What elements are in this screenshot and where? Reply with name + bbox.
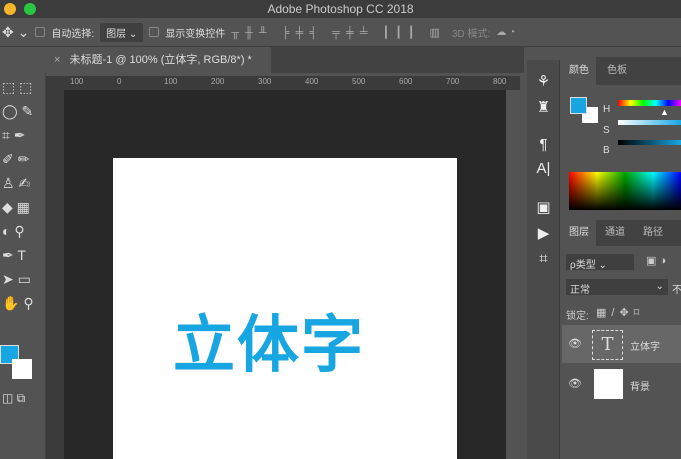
- layer-name: 立体字: [630, 342, 660, 353]
- crop-tool-icon[interactable]: ⌗ ✒: [2, 127, 26, 144]
- layer-thumbnail: [594, 369, 623, 399]
- ruler-tick: 0: [117, 77, 122, 86]
- document-tab[interactable]: × 未标题-1 @ 100% (立体字, RGB/8*) *: [46, 47, 271, 73]
- ruler-tick: 100: [70, 77, 84, 86]
- auto-select-checkbox[interactable]: [35, 27, 46, 37]
- character-icon[interactable]: A|: [527, 160, 560, 177]
- ruler-tick: 700: [446, 77, 460, 86]
- lasso-tool-icon[interactable]: ◯ ✎: [2, 103, 33, 120]
- title-bar: Adobe Photoshop CC 2018: [0, 0, 681, 18]
- brightness-label: B: [603, 145, 610, 156]
- tab-color[interactable]: 颜色: [562, 57, 596, 85]
- layer-row-text[interactable]: 👁 T 立体字: [562, 325, 681, 363]
- brightness-slider[interactable]: [618, 140, 681, 145]
- saturation-slider[interactable]: [618, 120, 681, 125]
- zoom-button[interactable]: [24, 3, 36, 15]
- minimize-button[interactable]: [4, 3, 16, 15]
- brush-tool-icon[interactable]: ✐ ✏: [2, 151, 29, 168]
- visibility-eye-icon[interactable]: 👁: [568, 377, 582, 390]
- layer-select-dropdown[interactable]: 图层 ⌄: [100, 22, 144, 42]
- type-tool-icon[interactable]: ✒ T: [2, 247, 26, 264]
- ruler-tick: 100: [164, 77, 178, 86]
- blur-tool-icon[interactable]: ◐ ⚲: [2, 223, 25, 240]
- quick-mask-icon[interactable]: ◫ ⧉: [2, 391, 25, 406]
- 3d-icon[interactable]: ▣: [527, 198, 560, 216]
- crop-panel-icon[interactable]: ⌗: [527, 250, 560, 267]
- align-icons[interactable]: ╥╫╨ ╞╪╡ ╤╪╧ ┃┃┃ ▥: [231, 26, 446, 39]
- character-style-icon[interactable]: ♜: [527, 98, 560, 116]
- hue-slider[interactable]: [618, 100, 681, 106]
- hue-label: H: [603, 104, 611, 115]
- 3d-mode-label: 3D 模式:: [451, 28, 491, 40]
- document-tab-title: 未标题-1 @ 100% (立体字, RGB/8*) *: [69, 54, 252, 66]
- lock-icons[interactable]: ▦/✥⌑: [596, 306, 644, 319]
- hue-slider-thumb[interactable]: ▲: [660, 107, 669, 117]
- right-panels: 颜色 色板 H S B ▲ 图层 通道 路径 ρ类型 ⌄ ▣ ◑ 正常 ⌄ 不 锁…: [562, 57, 681, 459]
- color-spectrum[interactable]: [569, 172, 681, 210]
- horizontal-ruler: 100 0 100 200 300 400 500 600 700 800: [64, 76, 520, 90]
- actions-play-icon[interactable]: ▶: [527, 224, 560, 242]
- show-transform-checkbox[interactable]: [149, 27, 160, 37]
- close-tab-icon[interactable]: ×: [54, 54, 60, 66]
- ruler-tick: 500: [352, 77, 366, 86]
- move-tool-icon[interactable]: ✥ ⌄: [2, 24, 29, 41]
- options-bar: ✥ ⌄ 自动选择: 图层 ⌄ 显示变换控件 ╥╫╨ ╞╪╡ ╤╪╧ ┃┃┃ ▥ …: [0, 18, 681, 47]
- path-tool-icon[interactable]: ➤ ▭: [2, 271, 31, 288]
- document-tab-bar: × 未标题-1 @ 100% (立体字, RGB/8*) *: [46, 47, 524, 73]
- saturation-label: S: [603, 125, 610, 136]
- ruler-tick: 300: [258, 77, 272, 86]
- tab-swatches[interactable]: 色板: [600, 57, 634, 85]
- layer-row-background[interactable]: 👁 背景: [562, 364, 681, 404]
- opacity-label: 不: [672, 285, 681, 296]
- tab-channels[interactable]: 通道: [598, 219, 632, 247]
- blend-mode-dropdown[interactable]: 正常 ⌄: [566, 279, 668, 296]
- marquee-tool-icon[interactable]: ⬚ ⬚: [2, 79, 32, 96]
- canvas-text-layer[interactable]: 立体字: [173, 294, 365, 384]
- background-color-swatch[interactable]: [12, 359, 32, 379]
- foreground-color-chip[interactable]: [570, 97, 587, 114]
- paragraph-icon[interactable]: ¶: [527, 136, 560, 153]
- plugin-icon[interactable]: ⚘: [527, 72, 560, 90]
- filter-type-icons[interactable]: ▣ ◑: [646, 254, 666, 267]
- ruler-tick: 200: [211, 77, 225, 86]
- stamp-tool-icon[interactable]: ♙ ✍: [2, 175, 30, 192]
- tab-layers[interactable]: 图层: [562, 219, 596, 247]
- visibility-eye-icon[interactable]: 👁: [568, 337, 582, 350]
- text-layer-thumbnail-icon: T: [592, 330, 623, 360]
- show-transform-label: 显示变换控件: [165, 28, 226, 40]
- ruler-tick: 400: [305, 77, 319, 86]
- eraser-tool-icon[interactable]: ◆ ▦: [2, 199, 30, 216]
- 3d-orbit-icon[interactable]: ☁ ◔: [496, 27, 515, 38]
- panel-icon-strip: ⚘ ♜ ¶ A| ▣ ▶ ⌗: [527, 60, 560, 459]
- auto-select-label: 自动选择:: [51, 28, 95, 40]
- tools-panel: ⬚ ⬚ ◯ ✎ ⌗ ✒ ✐ ✏ ♙ ✍ ◆ ▦ ◐ ⚲ ✒ T ➤ ▭ ✋ ⚲ …: [0, 73, 46, 459]
- window-title: Adobe Photoshop CC 2018: [267, 2, 414, 16]
- vertical-ruler: [46, 76, 64, 459]
- lock-label: 锁定:: [566, 311, 589, 322]
- ruler-tick: 600: [399, 77, 413, 86]
- layer-filter-dropdown[interactable]: ρ类型 ⌄: [566, 254, 634, 271]
- layer-name: 背景: [630, 382, 650, 393]
- zoom-tool-icon[interactable]: ✋ ⚲: [2, 295, 34, 312]
- tab-paths[interactable]: 路径: [636, 219, 670, 247]
- ruler-tick: 800: [493, 77, 507, 86]
